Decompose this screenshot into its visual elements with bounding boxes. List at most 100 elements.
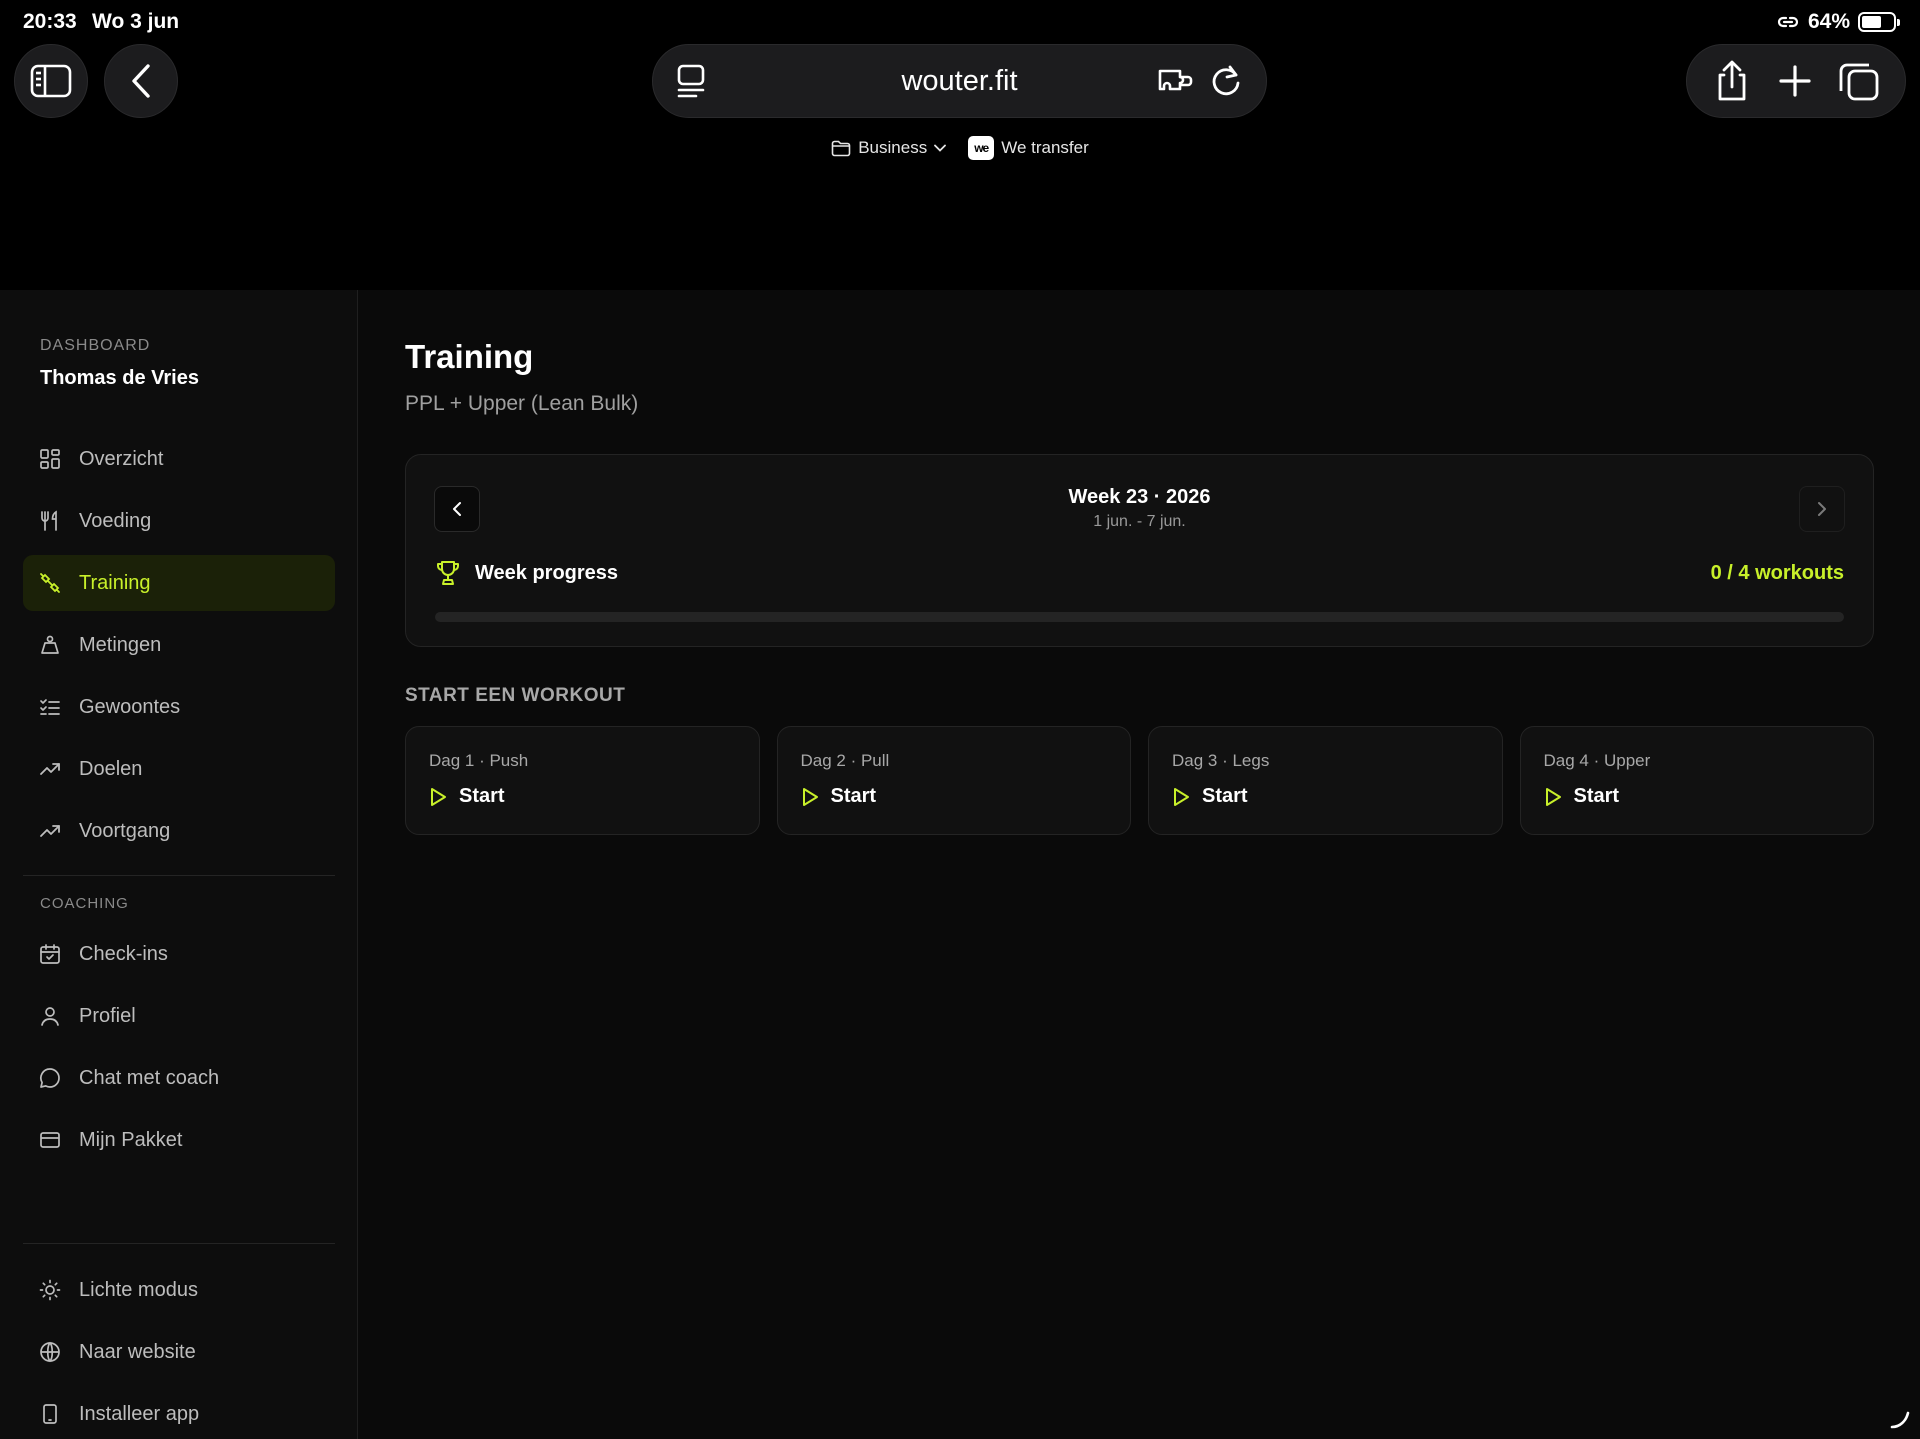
- card-icon: [40, 1132, 60, 1148]
- battery-percent: 64%: [1807, 10, 1850, 33]
- sidebar-item-metingen[interactable]: Metingen: [23, 617, 335, 673]
- page-subtitle: PPL + Upper (Lean Bulk): [405, 392, 639, 415]
- next-week-button[interactable]: [1799, 486, 1845, 532]
- back-button[interactable]: [104, 44, 178, 118]
- trend-up-icon: [40, 763, 60, 775]
- user-name: Thomas de Vries: [40, 367, 199, 389]
- start-label: Start: [830, 785, 877, 807]
- week-progress-bar: [435, 612, 1844, 622]
- chevron-down-icon: [934, 144, 947, 152]
- dumbbell-icon: [40, 573, 60, 593]
- section-title-start-workout: START EEN WORKOUT: [405, 685, 626, 706]
- bookmarks-bar: Business we We transfer: [0, 136, 1920, 160]
- workout-card-day-1[interactable]: Dag 1 · Push Start: [405, 726, 760, 835]
- sidebar-divider: [23, 875, 335, 876]
- link-icon: [1777, 16, 1799, 28]
- trend-up-icon: [40, 825, 60, 837]
- wetransfer-icon: we: [968, 136, 995, 160]
- sidebar-item-lichte-modus[interactable]: Lichte modus: [23, 1262, 335, 1318]
- start-label: Start: [459, 785, 505, 807]
- start-label: Start: [1573, 785, 1620, 807]
- sidebar-item-voortgang[interactable]: Voortgang: [23, 803, 335, 859]
- week-progress-count: 0 / 4 workouts: [1710, 561, 1844, 584]
- sidebar-item-check-ins[interactable]: Check-ins: [23, 926, 335, 982]
- sidebar-item-gewoontes[interactable]: Gewoontes: [23, 679, 335, 735]
- status-date: Wo 3 jun: [92, 10, 180, 33]
- extension-icon[interactable]: [1156, 63, 1196, 99]
- utensils-icon: [41, 510, 57, 531]
- sidebar-item-overzicht[interactable]: Overzicht: [23, 431, 335, 487]
- bookmark-label: Business: [858, 138, 928, 157]
- week-range: 1 jun. - 7 jun.: [1093, 513, 1186, 530]
- sidebar-item-label: Voeding: [79, 509, 152, 532]
- sidebar-icon: [30, 64, 72, 98]
- chat-icon: [40, 1068, 60, 1088]
- workout-card-day-3[interactable]: Dag 3 · Legs Start: [1148, 726, 1503, 835]
- folder-icon: [831, 140, 851, 156]
- sidebar-item-label: Voortgang: [79, 819, 171, 842]
- tabs-overview-icon[interactable]: [1838, 60, 1880, 102]
- sidebar-item-label: Gewoontes: [79, 695, 181, 718]
- sidebar-item-voeding[interactable]: Voeding: [23, 493, 335, 549]
- sidebar-item-label: Metingen: [79, 633, 162, 656]
- share-icon[interactable]: [1712, 59, 1752, 103]
- reload-icon[interactable]: [1208, 63, 1244, 99]
- sidebar-item-label: Overzicht: [79, 447, 164, 470]
- sidebar-section-dashboard: DASHBOARD: [40, 337, 151, 354]
- start-label: Start: [1202, 785, 1248, 807]
- calendar-check-icon: [40, 944, 60, 964]
- workout-label: Dag 3 · Legs: [1172, 751, 1270, 770]
- sidebar-section-coaching: COACHING: [40, 895, 129, 912]
- app-area: DASHBOARD Thomas de Vries Overzicht Voed…: [0, 290, 1920, 1439]
- new-tab-icon[interactable]: [1777, 63, 1813, 99]
- workout-grid: Dag 1 · Push Start Dag 2 · Pull Start Da…: [405, 726, 1874, 835]
- week-progress-label: Week progress: [475, 561, 619, 584]
- start-workout-button[interactable]: Start: [1172, 785, 1248, 808]
- main-content: Training PPL + Upper (Lean Bulk) Week 23…: [359, 290, 1920, 1439]
- workout-label: Dag 2 · Pull: [800, 751, 890, 770]
- checklist-icon: [40, 699, 60, 715]
- sidebar-item-chat[interactable]: Chat met coach: [23, 1050, 335, 1106]
- globe-icon: [40, 1341, 60, 1363]
- status-time: 20:33: [23, 10, 77, 33]
- bookmark-wetransfer[interactable]: we We transfer: [968, 136, 1089, 160]
- sidebar-item-label: Installeer app: [79, 1402, 200, 1425]
- address-bar[interactable]: wouter.fit: [652, 44, 1267, 118]
- start-workout-button[interactable]: Start: [801, 785, 877, 808]
- sidebar-item-label: Training: [79, 571, 151, 594]
- sidebar-item-profiel[interactable]: Profiel: [23, 988, 335, 1044]
- sidebar-item-label: Doelen: [79, 757, 143, 780]
- sidebar-toggle-button[interactable]: [14, 44, 88, 118]
- grid-icon: [40, 449, 60, 469]
- week-card: Week 23 · 2026 1 jun. - 7 jun. Week prog…: [405, 454, 1874, 647]
- workout-label: Dag 4 · Upper: [1543, 751, 1651, 770]
- workout-card-day-2[interactable]: Dag 2 · Pull Start: [776, 726, 1131, 835]
- sidebar-item-label: Mijn Pakket: [79, 1128, 183, 1151]
- sidebar-item-label: Chat met coach: [79, 1066, 220, 1089]
- play-icon: [1545, 787, 1561, 806]
- sidebar-item-training[interactable]: Training: [23, 555, 335, 611]
- sidebar-item-installeer-app[interactable]: Installeer app: [23, 1386, 335, 1439]
- play-icon: [431, 787, 446, 806]
- workout-card-day-4[interactable]: Dag 4 · Upper Start: [1519, 726, 1874, 835]
- sidebar-item-label: Lichte modus: [79, 1278, 198, 1301]
- battery-fill: [1862, 16, 1882, 28]
- week-label: Week 23 · 2026: [1068, 486, 1211, 508]
- trophy-icon: [437, 561, 459, 585]
- sidebar-item-naar-website[interactable]: Naar website: [23, 1324, 335, 1380]
- status-bar: 20:33 Wo 3 jun 64%: [0, 0, 1920, 44]
- page-title: Training: [405, 338, 534, 375]
- bookmark-business[interactable]: Business: [831, 136, 947, 160]
- workout-label: Dag 1 · Push: [429, 751, 529, 770]
- sidebar-divider: [23, 1243, 335, 1244]
- start-workout-button[interactable]: Start: [1544, 785, 1620, 808]
- chevron-left-icon: [132, 64, 150, 98]
- resize-handle-icon[interactable]: [1888, 1407, 1912, 1431]
- sidebar-item-doelen[interactable]: Doelen: [23, 741, 335, 797]
- play-icon: [802, 787, 818, 806]
- sidebar-item-mijn-pakket[interactable]: Mijn Pakket: [23, 1112, 335, 1168]
- browser-actions: [1686, 44, 1906, 118]
- start-workout-button[interactable]: Start: [429, 785, 505, 808]
- user-icon: [41, 1007, 59, 1026]
- sun-icon: [39, 1279, 61, 1301]
